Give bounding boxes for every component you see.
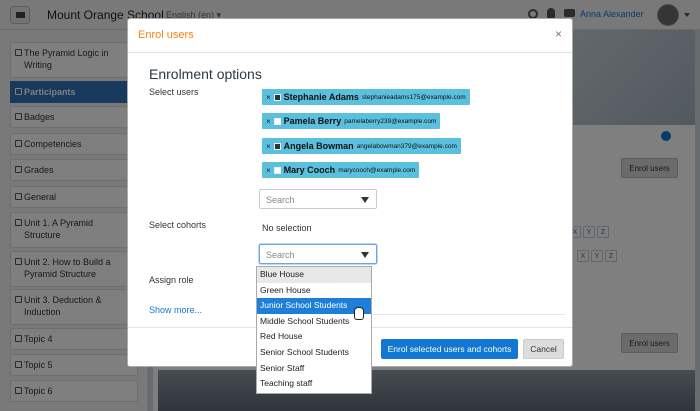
remove-icon[interactable]: × (266, 93, 271, 102)
dialog-header: Enrol users × (128, 19, 572, 53)
remove-icon[interactable]: × (266, 142, 271, 151)
cohort-option[interactable]: Senior School Students (257, 345, 371, 361)
hand-cursor-icon (354, 307, 364, 320)
cohorts-search-select[interactable]: Search (259, 244, 377, 264)
chip-user-email: angelabowman379@example.com (356, 142, 457, 150)
chip-user-email: marycooch@example.com (338, 166, 416, 174)
cohort-option[interactable]: Teaching staff (257, 376, 371, 392)
chip-user-name: Stephanie Adams (283, 92, 359, 102)
remove-icon[interactable]: × (266, 117, 271, 126)
cohorts-no-selection: No selection (262, 223, 312, 233)
selected-user-chip[interactable]: × Angela Bowman angelabowman379@example.… (262, 138, 461, 154)
user-picture (273, 93, 281, 101)
cohort-option[interactable]: Senior Staff (257, 361, 371, 377)
chip-user-name: Pamela Berry (283, 116, 342, 126)
cohorts-dropdown-list: Blue House Green House Junior School Stu… (256, 266, 372, 394)
select-cohorts-label: Select cohorts (149, 220, 207, 230)
enrolment-options-heading: Enrolment options (149, 66, 262, 82)
selected-user-chip[interactable]: × Mary Cooch marycooch@example.com (262, 162, 420, 178)
chip-user-email: pamelaberry239@example.com (344, 117, 437, 125)
users-search-select[interactable]: Search (259, 189, 377, 209)
chip-user-name: Mary Cooch (283, 165, 336, 175)
selected-user-chip[interactable]: × Pamela Berry pamelaberry239@example.co… (262, 113, 441, 129)
caret-down-icon[interactable] (361, 252, 369, 258)
close-icon[interactable]: × (555, 27, 562, 41)
enrol-selected-button[interactable]: Enrol selected users and cohorts (381, 339, 518, 359)
selected-user-chip[interactable]: × Stephanie Adams stephanieadams175@exam… (262, 89, 470, 105)
chip-user-name: Angela Bowman (283, 141, 354, 151)
chip-user-email: stephanieadams175@example.com (361, 93, 466, 101)
users-search-placeholder: Search (266, 195, 295, 205)
assign-role-label: Assign role (149, 275, 194, 285)
cancel-button[interactable]: Cancel (523, 339, 564, 359)
dialog-title: Enrol users (138, 29, 194, 41)
cohort-option[interactable]: Blue House (257, 267, 371, 283)
select-users-label: Select users (149, 87, 199, 97)
user-picture (273, 117, 281, 125)
remove-icon[interactable]: × (266, 166, 271, 175)
cohorts-search-placeholder: Search (266, 250, 295, 260)
cohort-option[interactable]: Red House (257, 329, 371, 345)
show-more-link[interactable]: Show more... (149, 305, 202, 315)
cohort-option[interactable]: Green House (257, 283, 371, 299)
user-picture (273, 166, 281, 174)
user-picture (273, 142, 281, 150)
caret-down-icon[interactable] (361, 197, 369, 203)
